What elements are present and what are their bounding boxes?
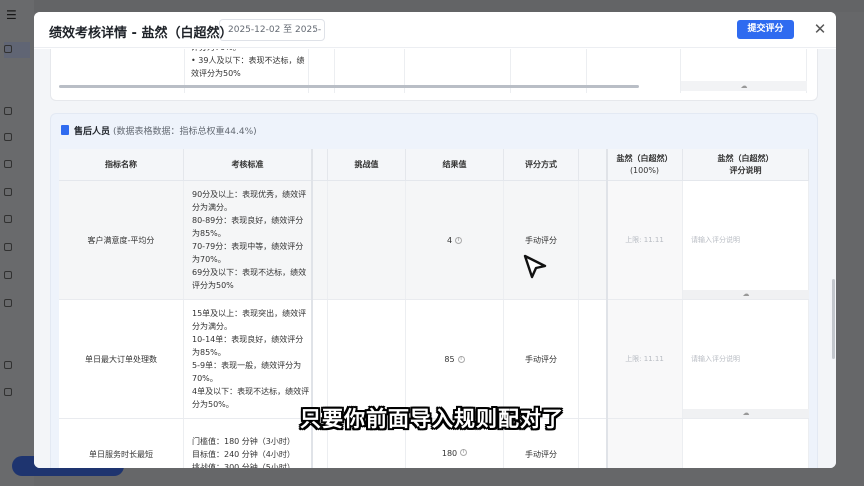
performance-detail-modal: 绩效考核详情 - 盐然（白超然） 2025-12-02 至 2025- ⌄ 提交… bbox=[34, 12, 836, 468]
video-subtitle: 只要你前面导入规则配对了 bbox=[300, 407, 564, 431]
result-cell: 85 i bbox=[406, 300, 504, 418]
indicator-name: 客户满意度-平均分 bbox=[59, 181, 184, 299]
result-value: 4 bbox=[446, 235, 453, 245]
spacer-cell bbox=[579, 181, 607, 299]
modal-header: 绩效考核详情 - 盐然（白超然） 2025-12-02 至 2025- ⌄ 提交… bbox=[34, 12, 836, 48]
column-header-spacer bbox=[312, 149, 328, 181]
section-name: 售后人员 bbox=[74, 127, 111, 137]
modal-title: 绩效考核详情 - 盐然（白超然） bbox=[49, 26, 233, 41]
note-label: 评分说明 bbox=[729, 165, 762, 175]
column-header-standard: 考核标准 bbox=[184, 149, 312, 181]
date-range-picker[interactable]: 2025-12-02 至 2025- ⌄ bbox=[219, 19, 325, 41]
challenge-value bbox=[328, 300, 406, 418]
score-note-input[interactable]: 请输入评分说明 bbox=[683, 300, 809, 418]
upload-icon[interactable]: ☁ bbox=[683, 290, 809, 299]
challenge-value bbox=[328, 181, 406, 299]
table-row: 客户满意度-平均分 90分及以上：表现优秀，绩效评分为满分。 80-89分：表现… bbox=[59, 181, 809, 300]
info-icon[interactable]: i bbox=[457, 355, 465, 363]
column-header-note: 盐然（白超然） 评分说明 bbox=[683, 149, 809, 181]
column-header-spacer bbox=[579, 149, 607, 181]
spacer-cell bbox=[312, 300, 328, 418]
submit-score-button[interactable]: 提交评分 bbox=[737, 20, 794, 39]
score-input[interactable]: 上限: 11.11 bbox=[607, 300, 683, 418]
info-icon[interactable]: i bbox=[460, 449, 468, 456]
column-header-challenge: 挑战值 bbox=[328, 149, 406, 181]
column-header-scorer: 盐然（白超然） (100%) bbox=[607, 149, 683, 181]
column-header-indicator: 指标名称 bbox=[59, 149, 184, 181]
info-icon[interactable]: i bbox=[455, 236, 463, 244]
note-scorer-name: 盐然（白超然） bbox=[717, 153, 774, 163]
result-value: 180 bbox=[441, 449, 458, 458]
indicator-name: 单日最大订单处理数 bbox=[59, 300, 184, 418]
result-value: 85 bbox=[444, 354, 455, 364]
clipboard-icon bbox=[61, 125, 69, 135]
close-icon[interactable]: ✕ bbox=[812, 20, 828, 38]
scorer-name: 盐然（白超然） bbox=[616, 153, 673, 163]
date-range-value: 2025-12-02 至 2025- bbox=[228, 25, 322, 35]
score-note-input[interactable]: 请输入评分说明 bbox=[683, 181, 809, 299]
spacer-cell bbox=[312, 181, 328, 299]
upload-icon[interactable]: ☁ bbox=[681, 81, 807, 91]
vertical-scrollbar[interactable] bbox=[832, 279, 835, 359]
spacer-cell bbox=[579, 300, 607, 418]
horizontal-scrollbar[interactable] bbox=[59, 85, 639, 88]
standard-text: 评分为70%。 • 39人及以下：表现不达标，绩效评分为50% bbox=[191, 49, 305, 78]
standard-text: 15单及以上：表现突出，绩效评分为满分。 10-14单：表现良好，绩效评分为85… bbox=[184, 300, 312, 418]
section-meta: (数据表格数据：指标总权重44.4%) bbox=[113, 127, 257, 137]
result-cell: 4i bbox=[406, 181, 504, 299]
table-row: 单日最大订单处理数 15单及以上：表现突出，绩效评分为满分。 10-14单：表现… bbox=[59, 300, 809, 419]
mouse-cursor-icon bbox=[523, 254, 547, 279]
standard-text: 90分及以上：表现优秀，绩效评分为满分。 80-89分：表现良好，绩效评分为85… bbox=[184, 181, 312, 299]
previous-section-card: 评分为70%。 • 39人及以下：表现不达标，绩效评分为50% ☁ bbox=[50, 49, 818, 101]
scoring-method: 手动评分 bbox=[504, 300, 579, 418]
section-title: 售后人员 (数据表格数据：指标总权重44.4%) bbox=[61, 124, 257, 137]
scorer-weight: (100%) bbox=[629, 165, 660, 175]
column-header-method: 评分方式 bbox=[504, 149, 579, 181]
score-input[interactable]: 上限: 11.11 bbox=[607, 181, 683, 299]
chevron-down-icon: ⌄ bbox=[312, 25, 319, 34]
column-header-result: 结果值 bbox=[406, 149, 504, 181]
